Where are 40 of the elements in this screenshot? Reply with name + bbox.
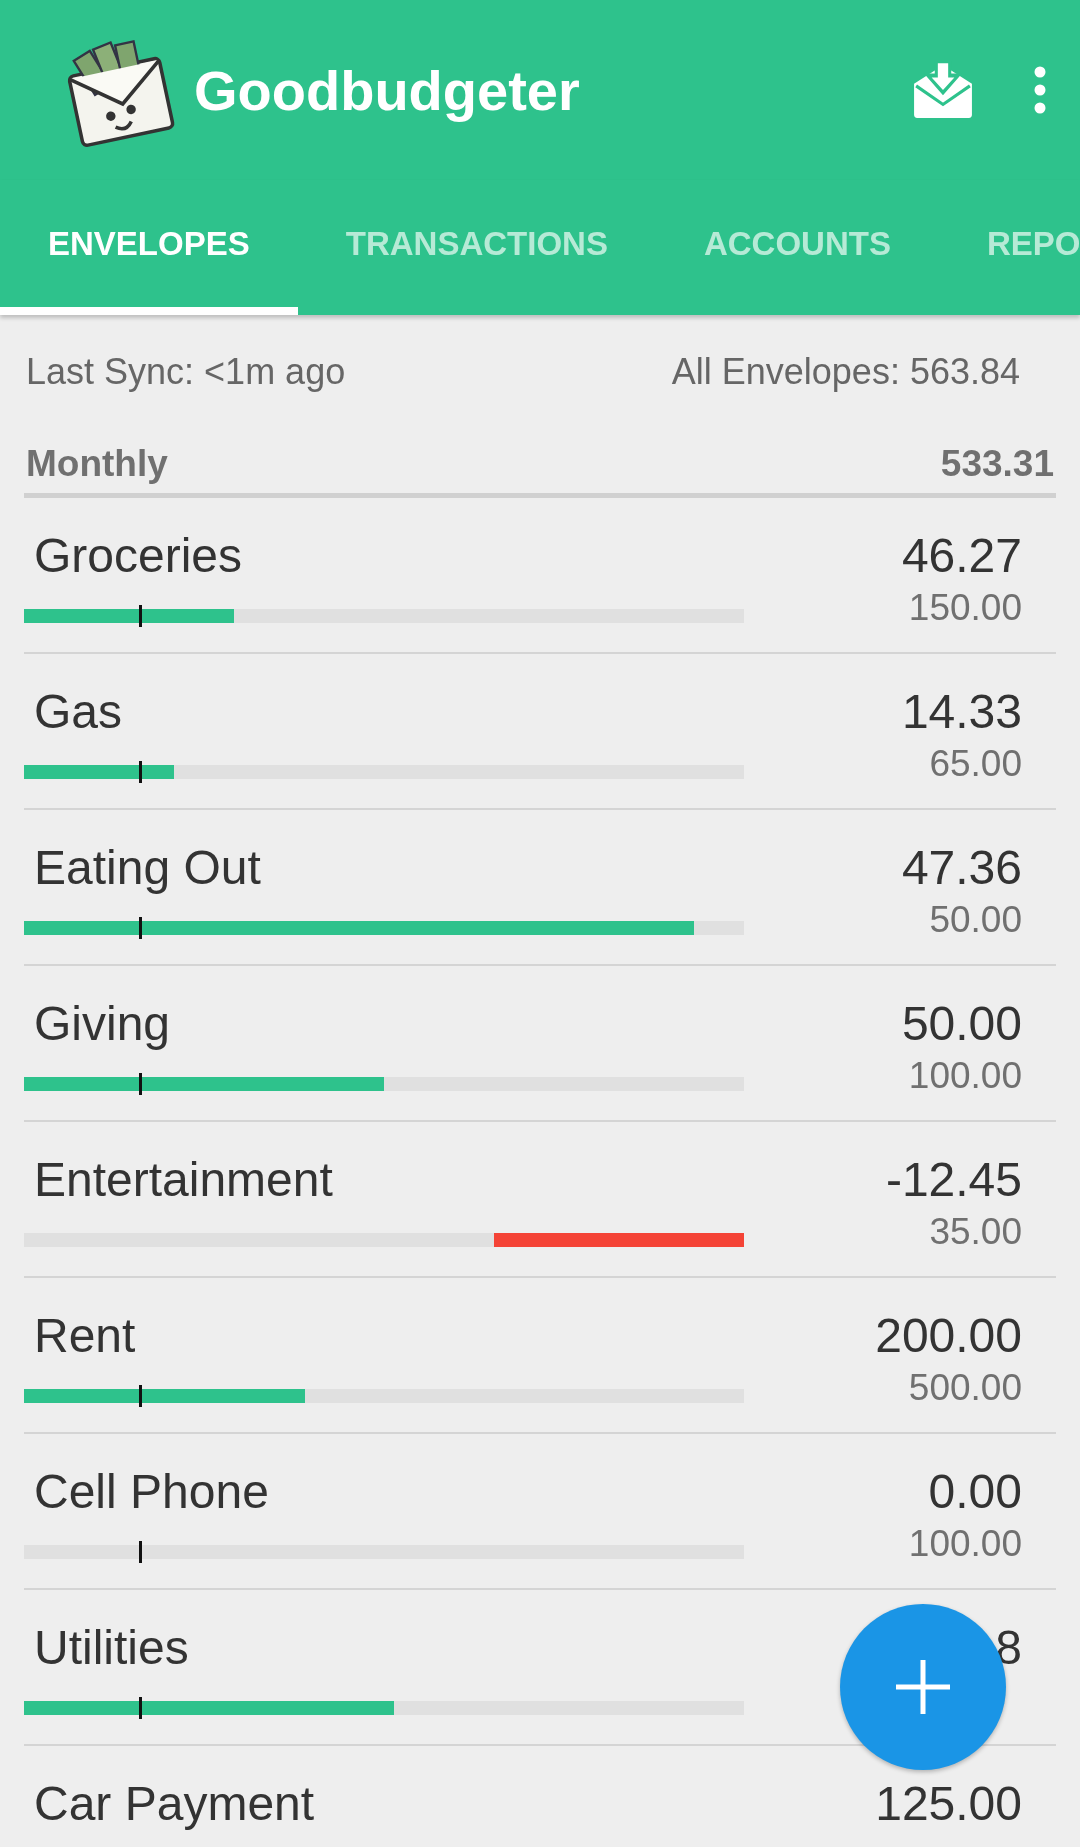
- envelope-budget: 35.00: [929, 1211, 1022, 1253]
- envelope-amount: 0.00: [928, 1464, 1022, 1519]
- envelope-row[interactable]: Giving 50.00 100.00: [24, 966, 1056, 1122]
- envelope-budget: 150.00: [908, 587, 1022, 629]
- envelope-row[interactable]: Groceries 46.27 150.00: [24, 498, 1056, 654]
- envelope-name: Rent: [34, 1308, 137, 1363]
- more-options-icon[interactable]: [1034, 66, 1046, 114]
- app-title: Goodbudgeter: [194, 57, 580, 123]
- envelope-row[interactable]: Eating Out 47.36 50.00: [24, 810, 1056, 966]
- envelope-name: Gas: [34, 684, 124, 739]
- last-sync-text: Last Sync: <1m ago: [26, 351, 346, 393]
- envelope-budget: 65.00: [929, 743, 1022, 785]
- envelope-amount: 8: [995, 1620, 1022, 1675]
- envelope-budget: 50.00: [929, 899, 1022, 941]
- envelope-row[interactable]: Rent 200.00 500.00: [24, 1278, 1056, 1434]
- envelope-name: Car Payment: [34, 1776, 316, 1831]
- group-amount: 533.31: [940, 443, 1054, 485]
- envelope-row[interactable]: Entertainment -12.45 35.00: [24, 1122, 1056, 1278]
- envelope-name: Cell Phone: [34, 1464, 270, 1519]
- envelope-amount: -12.45: [885, 1152, 1022, 1207]
- envelope-name: Giving: [34, 996, 172, 1051]
- group-name: Monthly: [26, 443, 168, 485]
- envelope-amount: 200.00: [875, 1308, 1022, 1363]
- download-envelope-icon[interactable]: [912, 61, 974, 119]
- envelope-name: Groceries: [34, 528, 244, 583]
- envelope-amount: 125.00: [875, 1776, 1022, 1831]
- envelope-row[interactable]: Gas 14.33 65.00: [24, 654, 1056, 810]
- envelope-amount: 46.27: [901, 528, 1022, 583]
- envelope-budget: 500.00: [908, 1367, 1022, 1409]
- envelope-name: Eating Out: [34, 840, 262, 895]
- plus-icon: [896, 1660, 950, 1714]
- envelope-name: Entertainment: [34, 1152, 334, 1207]
- envelope-name: Utilities: [34, 1620, 190, 1675]
- envelope-row[interactable]: Cell Phone 0.00 100.00: [24, 1434, 1056, 1590]
- all-envelopes-total: All Envelopes: 563.84: [671, 351, 1020, 393]
- envelope-amount: 50.00: [901, 996, 1022, 1051]
- envelope-amount: 47.36: [901, 840, 1022, 895]
- envelope-budget: 100.00: [908, 1523, 1022, 1565]
- envelope-amount: 14.33: [901, 684, 1022, 739]
- envelope-budget: 100.00: [908, 1055, 1022, 1097]
